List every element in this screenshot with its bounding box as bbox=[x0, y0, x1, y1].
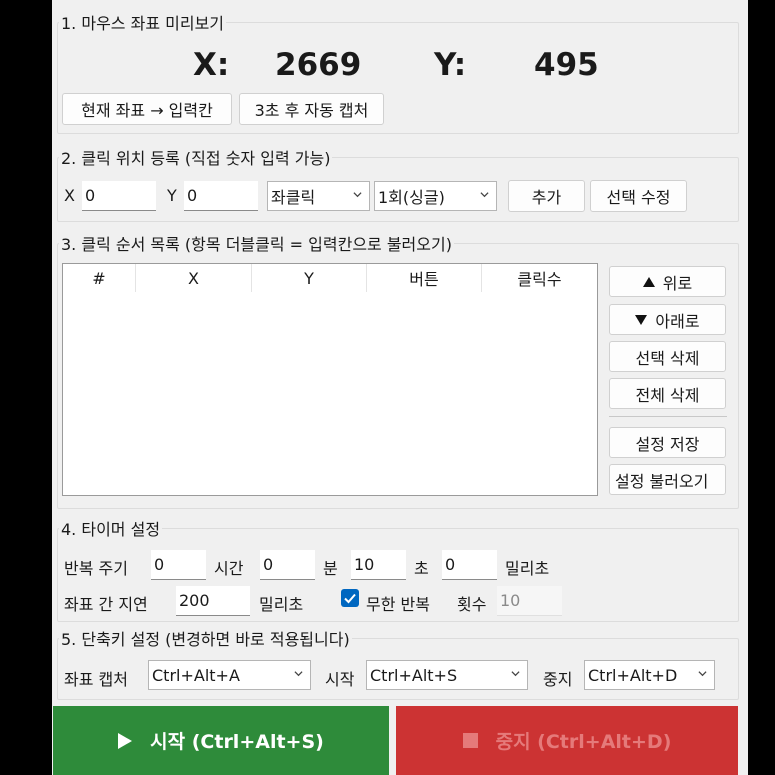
play-icon bbox=[118, 732, 133, 749]
save-settings-button[interactable]: 설정 저장 bbox=[609, 427, 726, 458]
checkmark-icon bbox=[344, 593, 356, 604]
stop-icon bbox=[462, 733, 478, 748]
column-header-click-count[interactable]: 클릭수 bbox=[482, 264, 597, 292]
chevron-down-icon bbox=[511, 671, 520, 677]
hours-label: 시간 bbox=[214, 559, 244, 578]
capture-hotkey-select[interactable]: Ctrl+Alt+A bbox=[148, 660, 311, 690]
start-hotkey-select[interactable]: Ctrl+Alt+S bbox=[366, 660, 528, 690]
hotkey-legend: 5. 단축키 설정 (변경하면 바로 적용됩니다) bbox=[59, 626, 352, 650]
click-button-select-value: 좌클릭 bbox=[271, 188, 316, 207]
coord-delay-unit: 밀리초 bbox=[259, 595, 304, 614]
chevron-down-icon bbox=[353, 192, 362, 198]
stop-hotkey-value: Ctrl+Alt+D bbox=[588, 665, 678, 685]
repeat-count-label: 횟수 bbox=[457, 595, 487, 614]
click-count-select[interactable]: 1회(싱글) bbox=[374, 181, 497, 211]
timer-legend: 4. 타이머 설정 bbox=[59, 516, 163, 540]
infinite-repeat-label: 무한 반복 bbox=[366, 595, 430, 614]
triangle-up-icon bbox=[642, 276, 655, 287]
stop-hotkey-label: 중지 bbox=[543, 670, 573, 689]
y-coord-label: Y: bbox=[434, 47, 467, 83]
seconds-label: 초 bbox=[414, 559, 429, 578]
move-up-button[interactable]: 위로 bbox=[609, 266, 726, 297]
column-header-y[interactable]: Y bbox=[252, 264, 367, 292]
repeat-interval-label: 반복 주기 bbox=[64, 559, 128, 578]
column-header-index[interactable]: # bbox=[63, 264, 136, 292]
stop-button-label: 중지 (Ctrl+Alt+D) bbox=[495, 731, 672, 753]
button-separator bbox=[609, 416, 727, 417]
x-coord-value: 2669 bbox=[275, 47, 362, 83]
macro-app-window: 1. 마우스 좌표 미리보기 X: 2669 Y: 495 현재 좌표 → 입력… bbox=[52, 0, 748, 775]
edit-selected-button[interactable]: 선택 수정 bbox=[590, 180, 687, 212]
milliseconds-label: 밀리초 bbox=[505, 559, 550, 578]
click-count-select-value: 1회(싱글) bbox=[378, 188, 445, 207]
coord-delay-input[interactable] bbox=[176, 586, 250, 616]
load-settings-button[interactable]: 설정 불러오기 bbox=[609, 464, 726, 495]
milliseconds-input[interactable] bbox=[442, 550, 497, 580]
chevron-down-icon bbox=[698, 671, 707, 677]
minutes-input[interactable] bbox=[260, 550, 315, 580]
register-x-input[interactable] bbox=[82, 181, 156, 211]
current-coord-to-input-button[interactable]: 현재 좌표 → 입력칸 bbox=[62, 93, 232, 125]
start-hotkey-label: 시작 bbox=[325, 670, 355, 689]
seconds-input[interactable] bbox=[351, 550, 406, 580]
y-coord-value: 495 bbox=[534, 47, 599, 83]
auto-capture-button[interactable]: 3초 후 자동 캡처 bbox=[239, 93, 384, 125]
stop-button[interactable]: 중지 (Ctrl+Alt+D) bbox=[396, 706, 738, 775]
start-button[interactable]: 시작 (Ctrl+Alt+S) bbox=[53, 706, 389, 775]
sequence-legend: 3. 클릭 순서 목록 (항목 더블클릭 = 입력칸으로 불러오기) bbox=[59, 231, 454, 255]
delete-all-button[interactable]: 전체 삭제 bbox=[609, 378, 726, 409]
start-hotkey-value: Ctrl+Alt+S bbox=[370, 665, 458, 685]
stop-hotkey-select[interactable]: Ctrl+Alt+D bbox=[584, 660, 715, 690]
delete-selected-button[interactable]: 선택 삭제 bbox=[609, 341, 726, 372]
click-button-select[interactable]: 좌클릭 bbox=[267, 181, 370, 211]
repeat-count-value: 10 bbox=[500, 591, 521, 610]
click-sequence-table[interactable]: # X Y 버튼 클릭수 bbox=[62, 263, 598, 496]
register-y-label: Y bbox=[167, 186, 177, 205]
hours-input[interactable] bbox=[151, 550, 206, 580]
minutes-label: 분 bbox=[323, 559, 338, 578]
register-legend: 2. 클릭 위치 등록 (직접 숫자 입력 가능) bbox=[59, 145, 333, 169]
move-up-label: 위로 bbox=[662, 273, 693, 293]
move-down-button[interactable]: 아래로 bbox=[609, 304, 726, 335]
x-coord-label: X: bbox=[193, 47, 230, 83]
chevron-down-icon bbox=[294, 671, 303, 677]
register-x-label: X bbox=[64, 186, 75, 205]
column-header-button[interactable]: 버튼 bbox=[367, 264, 482, 292]
preview-legend: 1. 마우스 좌표 미리보기 bbox=[59, 10, 227, 34]
triangle-down-icon bbox=[635, 314, 648, 325]
start-button-label: 시작 (Ctrl+Alt+S) bbox=[150, 731, 324, 753]
register-y-input[interactable] bbox=[184, 181, 258, 211]
capture-hotkey-value: Ctrl+Alt+A bbox=[152, 665, 240, 685]
capture-hotkey-label: 좌표 캡처 bbox=[64, 670, 128, 689]
column-header-x[interactable]: X bbox=[136, 264, 252, 292]
repeat-count-input: 10 bbox=[497, 586, 562, 616]
coord-delay-label: 좌표 간 지연 bbox=[64, 595, 148, 614]
move-down-label: 아래로 bbox=[655, 311, 700, 331]
infinite-repeat-checkbox[interactable] bbox=[341, 589, 359, 607]
add-position-button[interactable]: 추가 bbox=[508, 180, 585, 212]
chevron-down-icon bbox=[480, 192, 489, 198]
